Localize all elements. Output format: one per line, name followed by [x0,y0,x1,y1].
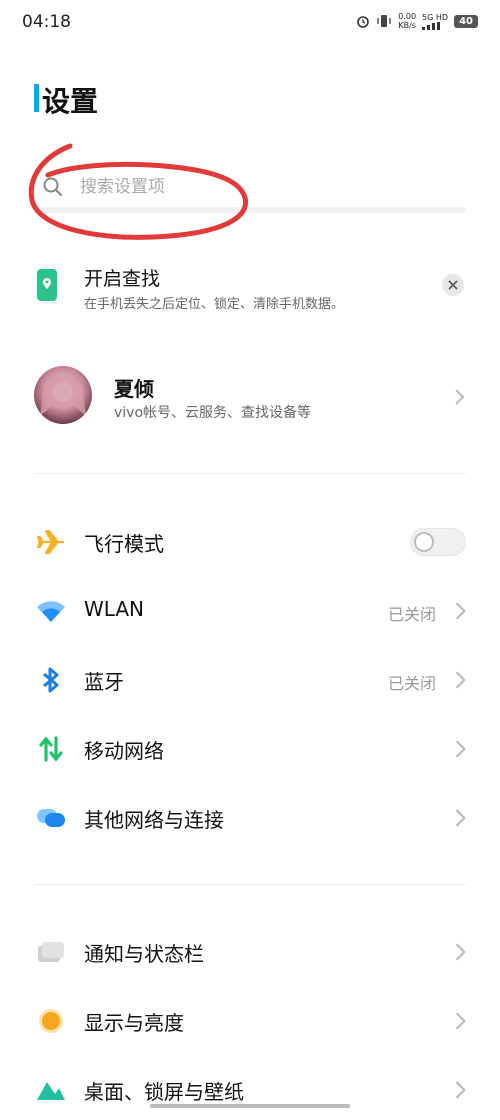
signal-icon [422,21,441,30]
chevron-right-icon [455,740,466,758]
network-speed: 0.00 KB/s [398,12,417,30]
row-other-network[interactable]: 其他网络与连接 [0,788,500,848]
section-divider [34,473,466,474]
chevron-right-icon [455,671,466,689]
search-input[interactable] [78,166,462,208]
chevron-right-icon [455,943,466,961]
chevron-right-icon[interactable] [454,388,466,406]
alarm-icon [357,16,370,28]
row-label: 移动网络 [84,739,164,763]
chevron-right-icon [455,602,466,620]
network-type: 5G HD [422,13,448,30]
find-card-description: 在手机丢失之后定位、锁定、清除手机数据。 [84,297,345,312]
row-mobile-network[interactable]: 移动网络 [0,719,500,779]
row-bluetooth[interactable]: 蓝牙 已关闭 [0,650,500,710]
row-airplane-mode[interactable]: 飞行模式 [0,512,500,572]
row-label: 显示与亮度 [84,1011,184,1035]
close-button[interactable] [442,274,464,296]
wifi-icon [34,596,68,626]
row-label: 蓝牙 [84,670,124,694]
row-wallpaper[interactable]: 桌面、锁屏与壁纸 [0,1060,500,1120]
wallpaper-icon [34,1075,68,1105]
row-wlan[interactable]: WLAN 已关闭 [0,581,500,641]
row-label: 通知与状态栏 [84,942,204,966]
location-phone-icon [37,269,57,301]
search-bar[interactable] [34,166,466,214]
row-status: 已关闭 [387,605,436,624]
row-label: WLAN [84,597,145,621]
battery-indicator: 40 [454,14,478,28]
vibrate-icon [377,15,391,27]
section-divider [34,884,466,885]
page-title: 设置 [42,85,99,118]
account-subtitle: vivo帐号、云服务、查找设备等 [114,405,312,421]
row-notification[interactable]: 通知与状态栏 [0,922,500,982]
airplane-icon [34,527,68,557]
chevron-right-icon [455,1012,466,1030]
bluetooth-icon [34,665,68,695]
row-label: 飞行模式 [84,532,164,556]
chevron-right-icon [455,1081,466,1099]
display-icon [34,1006,68,1036]
red-circle-annotation [28,143,248,240]
account-name[interactable]: 夏倾 [114,373,154,402]
avatar[interactable] [34,366,92,424]
home-indicator[interactable] [150,1104,350,1108]
row-display[interactable]: 显示与亮度 [0,991,500,1051]
other-network-icon [34,803,68,833]
notification-icon [34,937,68,967]
chevron-right-icon [455,809,466,827]
search-icon [43,177,63,197]
row-status: 已关闭 [387,674,436,693]
row-label: 桌面、锁屏与壁纸 [84,1080,244,1104]
status-time: 04:18 [22,12,71,32]
find-card-title[interactable]: 开启查找 [84,264,160,291]
status-icons: 0.00 KB/s 5G HD 40 [356,12,478,30]
close-icon [448,280,458,290]
mobile-network-icon [34,734,68,764]
toggle-knob [414,532,434,552]
title-accent-bar [34,84,39,112]
airplane-toggle[interactable] [410,528,466,556]
row-label: 其他网络与连接 [84,808,224,832]
